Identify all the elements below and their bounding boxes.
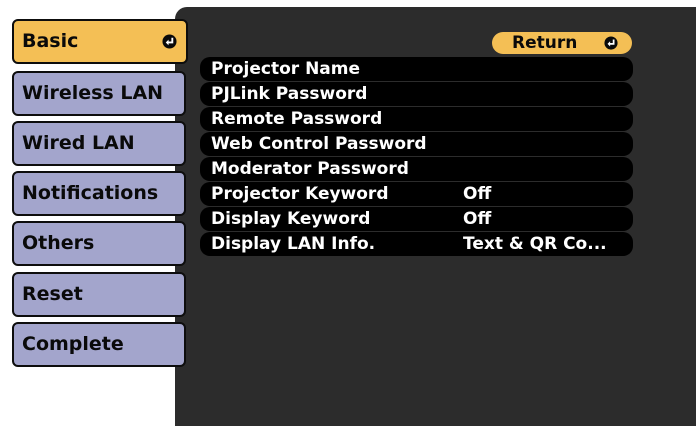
tab-label: Wireless LAN xyxy=(22,82,164,104)
tab-label: Notifications xyxy=(22,182,159,204)
tab-basic[interactable]: Basic xyxy=(12,19,188,64)
menu-item-label: Projector Name xyxy=(211,59,361,79)
tab-wired-lan[interactable]: Wired LAN xyxy=(12,121,186,166)
menu-item-web-control-password[interactable]: Web Control Password xyxy=(200,132,633,156)
tab-label: Others xyxy=(22,232,95,254)
tab-label: Complete xyxy=(22,333,124,355)
menu-item-remote-password[interactable]: Remote Password xyxy=(200,107,633,131)
enter-arrow-icon xyxy=(604,36,618,50)
menu-item-label: Display LAN Info. xyxy=(211,234,376,254)
tab-label: Reset xyxy=(22,283,83,305)
menu-item-value: Off xyxy=(463,209,492,229)
menu-item-label: Projector Keyword xyxy=(211,184,389,204)
menu-item-label: Remote Password xyxy=(211,109,383,129)
menu-item-label: Display Keyword xyxy=(211,209,371,229)
tab-complete[interactable]: Complete xyxy=(12,322,186,367)
tab-label: Basic xyxy=(22,30,79,52)
tab-others[interactable]: Others xyxy=(12,221,186,266)
menu-item-label: PJLink Password xyxy=(211,84,368,104)
menu-item-label: Moderator Password xyxy=(211,159,409,179)
tab-reset[interactable]: Reset xyxy=(12,272,186,317)
menu-item-value: Text & QR Co... xyxy=(463,234,607,254)
tab-wireless-lan[interactable]: Wireless LAN xyxy=(12,71,186,116)
tab-notifications[interactable]: Notifications xyxy=(12,171,186,216)
menu-item-pjlink-password[interactable]: PJLink Password xyxy=(200,82,633,106)
menu-item-moderator-password[interactable]: Moderator Password xyxy=(200,157,633,181)
menu-item-label: Web Control Password xyxy=(211,134,427,154)
menu-item-value: Off xyxy=(463,184,492,204)
enter-arrow-icon xyxy=(162,34,177,49)
menu-item-projector-keyword[interactable]: Projector Keyword Off xyxy=(200,182,633,206)
menu-item-display-keyword[interactable]: Display Keyword Off xyxy=(200,207,633,231)
menu-item-display-lan-info[interactable]: Display LAN Info. Text & QR Co... xyxy=(200,232,633,256)
menu-item-projector-name[interactable]: Projector Name xyxy=(200,57,633,81)
return-label: Return xyxy=(512,33,578,53)
return-button[interactable]: Return xyxy=(492,32,632,54)
tab-label: Wired LAN xyxy=(22,132,135,154)
